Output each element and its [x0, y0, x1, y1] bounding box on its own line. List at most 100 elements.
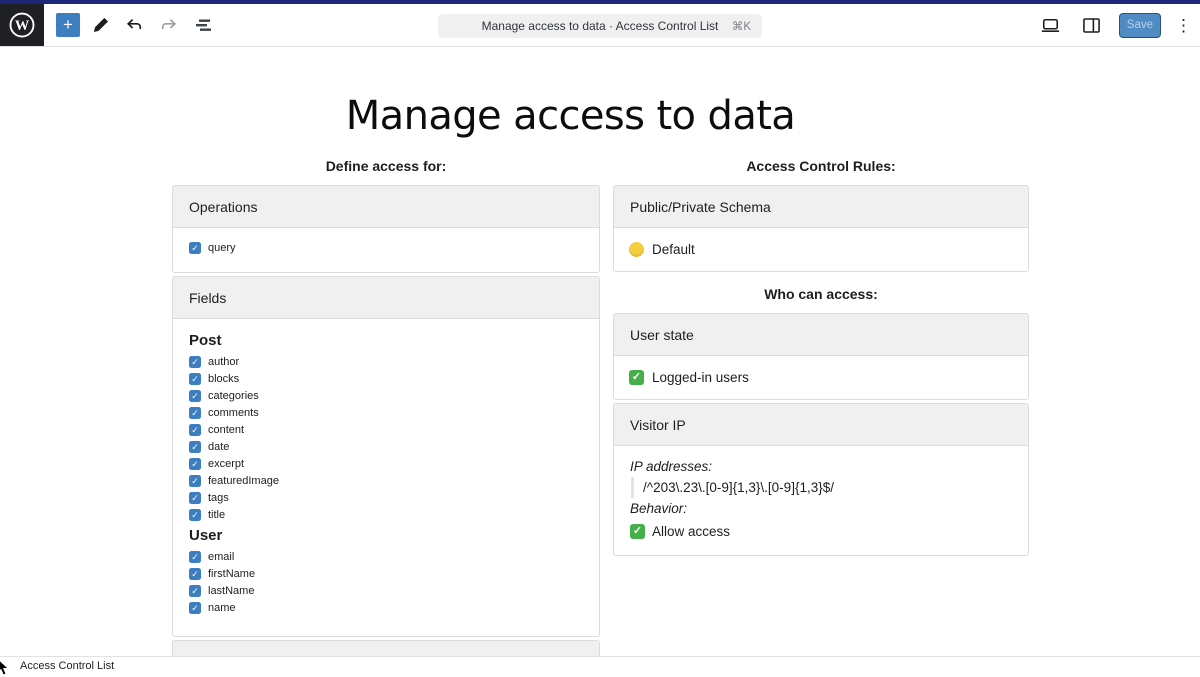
command-palette-shortcut: ⌘K	[732, 19, 751, 33]
checkbox-label: title	[208, 509, 225, 521]
operations-title: Operations	[189, 199, 257, 215]
checkbox-checked-icon[interactable]	[189, 373, 201, 385]
fields-title: Fields	[189, 290, 226, 306]
field-checkbox-row[interactable]: excerpt	[189, 458, 583, 470]
pencil-icon	[91, 15, 111, 35]
who-can-access-heading: Who can access:	[613, 286, 1029, 302]
field-checkbox-row[interactable]: query	[189, 242, 583, 254]
block-inserter-button[interactable]: +	[56, 13, 80, 37]
field-checkbox-row[interactable]: lastName	[189, 585, 583, 597]
checkbox-label: author	[208, 356, 239, 368]
undo-button[interactable]	[121, 12, 148, 39]
tools-button[interactable]	[87, 12, 114, 39]
checkbox-label: comments	[208, 407, 259, 419]
schema-panel-header: Public/Private Schema	[614, 186, 1028, 228]
visitor-ip-panel: Visitor IP IP addresses: /^203\.23\.[0-9…	[613, 403, 1029, 556]
field-group-title: User	[189, 527, 583, 544]
checkbox-label: content	[208, 424, 244, 436]
user-state-title: User state	[630, 327, 694, 343]
command-palette[interactable]: Manage access to data · Access Control L…	[438, 14, 762, 38]
ip-addresses-label: IP addresses:	[630, 456, 1012, 477]
schema-panel: Public/Private Schema Default	[613, 185, 1029, 272]
undo-icon	[124, 15, 145, 36]
visitor-ip-title: Visitor IP	[630, 417, 686, 433]
user-state-status-row: Logged-in users	[614, 356, 1028, 399]
document-breadcrumb-bar: Access Control List	[0, 656, 1200, 675]
acl-columns: Define access for: Operations query Fiel…	[172, 158, 1029, 656]
checkbox-checked-icon[interactable]	[189, 551, 201, 563]
fields-panel: Fields Post author blocks categories comment…	[172, 276, 600, 637]
sidebar-panel-icon	[1081, 15, 1102, 36]
checkbox-label: lastName	[208, 585, 254, 597]
ip-pattern-value: /^203\.23\.[0-9]{1,3}\.[0-9]{1,3}$/	[631, 477, 1012, 498]
field-checkbox-row[interactable]: tags	[189, 492, 583, 504]
checkbox-checked-icon[interactable]	[189, 356, 201, 368]
schema-panel-title: Public/Private Schema	[630, 199, 771, 215]
checkbox-checked-icon[interactable]	[189, 441, 201, 453]
field-checkbox-row[interactable]: name	[189, 602, 583, 614]
global-fields-panel-header: Global Fields	[173, 641, 599, 656]
toolbar-right: Save ⋮	[1037, 12, 1200, 39]
field-group-title: Post	[189, 332, 583, 349]
green-check-icon	[629, 370, 644, 385]
checkbox-checked-icon[interactable]	[189, 407, 201, 419]
global-fields-panel: Global Fields	[172, 640, 600, 656]
fields-panel-header: Fields	[173, 277, 599, 319]
wordpress-icon: W	[7, 10, 37, 40]
field-checkbox-row[interactable]: categories	[189, 390, 583, 402]
checkbox-label: excerpt	[208, 458, 244, 470]
visitor-ip-body: IP addresses: /^203\.23\.[0-9]{1,3}\.[0-…	[614, 446, 1028, 555]
checkbox-checked-icon[interactable]	[189, 585, 201, 597]
field-checkbox-row[interactable]: title	[189, 509, 583, 521]
user-state-value: Logged-in users	[652, 370, 749, 385]
wordpress-logo-button[interactable]: W	[0, 4, 44, 46]
field-checkbox-row[interactable]: email	[189, 551, 583, 563]
checkbox-checked-icon[interactable]	[189, 602, 201, 614]
checkbox-label: blocks	[208, 373, 239, 385]
schema-status-row: Default	[614, 228, 1028, 271]
operations-panel: Operations query	[172, 185, 600, 273]
user-state-panel: User state Logged-in users	[613, 313, 1029, 400]
visitor-ip-panel-header: Visitor IP	[614, 404, 1028, 446]
list-view-icon	[193, 15, 213, 35]
checkbox-checked-icon[interactable]	[189, 568, 201, 580]
green-check-icon	[630, 524, 645, 539]
checkbox-checked-icon[interactable]	[189, 458, 201, 470]
redo-button[interactable]	[155, 12, 182, 39]
checkbox-checked-icon[interactable]	[189, 509, 201, 521]
checkbox-checked-icon[interactable]	[189, 390, 201, 402]
operations-panel-header: Operations	[173, 186, 599, 228]
field-checkbox-row[interactable]: date	[189, 441, 583, 453]
operations-body: query	[173, 228, 599, 272]
checkbox-checked-icon[interactable]	[189, 424, 201, 436]
checkbox-label: email	[208, 551, 234, 563]
checkbox-label: firstName	[208, 568, 255, 580]
editor-canvas: Manage access to data Define access for:…	[0, 47, 1200, 656]
behavior-status-row: Allow access	[630, 521, 1012, 542]
field-checkbox-row[interactable]: author	[189, 356, 583, 368]
define-access-heading: Define access for:	[172, 158, 600, 174]
field-checkbox-row[interactable]: blocks	[189, 373, 583, 385]
laptop-icon	[1040, 15, 1061, 36]
field-checkbox-row[interactable]: firstName	[189, 568, 583, 580]
mouse-cursor	[0, 657, 11, 677]
field-checkbox-row[interactable]: featuredImage	[189, 475, 583, 487]
checkbox-checked-icon[interactable]	[189, 475, 201, 487]
field-checkbox-row[interactable]: comments	[189, 407, 583, 419]
breadcrumb[interactable]: Access Control List	[20, 660, 114, 672]
editor-topbar: W + Ma	[0, 4, 1200, 47]
define-access-column: Define access for: Operations query Fiel…	[172, 158, 600, 656]
checkbox-label: name	[208, 602, 236, 614]
checkbox-checked-icon[interactable]	[189, 242, 201, 254]
page-title: Manage access to data	[142, 93, 999, 139]
field-checkbox-row[interactable]: content	[189, 424, 583, 436]
save-button[interactable]: Save	[1119, 13, 1161, 38]
checkbox-label: tags	[208, 492, 229, 504]
checkbox-checked-icon[interactable]	[189, 492, 201, 504]
document-overview-button[interactable]	[189, 12, 216, 39]
options-menu-button[interactable]: ⋮	[1175, 17, 1187, 34]
settings-sidebar-toggle[interactable]	[1078, 12, 1105, 39]
behavior-label: Behavior:	[630, 498, 1012, 519]
behavior-value: Allow access	[652, 521, 730, 542]
preview-button[interactable]	[1037, 12, 1064, 39]
